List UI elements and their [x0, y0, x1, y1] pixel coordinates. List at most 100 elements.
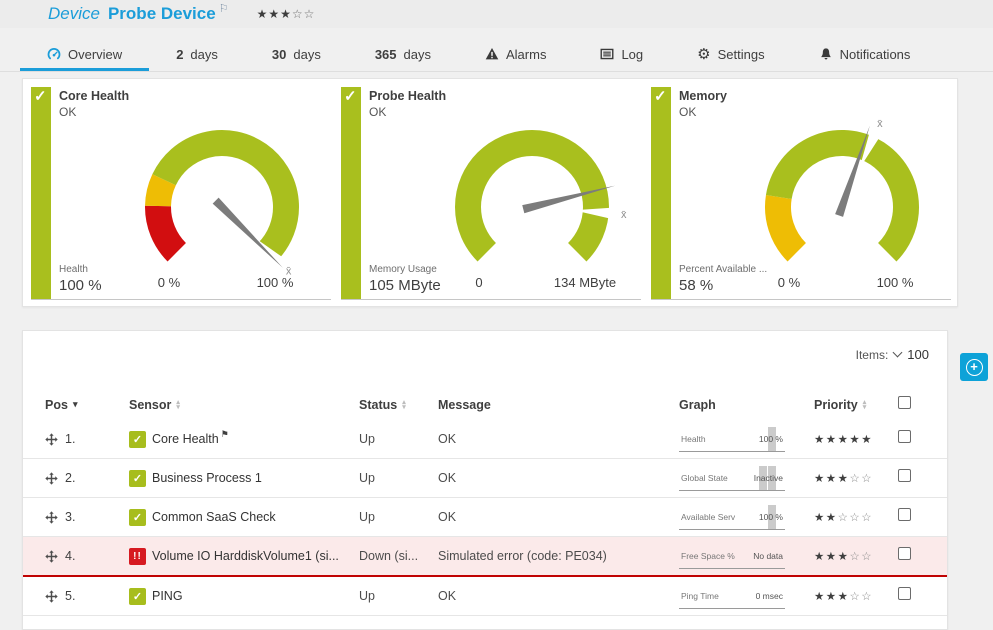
- check-icon: ✓: [129, 470, 146, 487]
- sensor-name-link[interactable]: Volume IO HarddiskVolume1 (si...: [152, 549, 339, 563]
- table-row[interactable]: 3. ✓ Common SaaS Check Up OK Available S…: [23, 498, 947, 537]
- drag-handle-icon[interactable]: [45, 511, 58, 524]
- column-header-graph: Graph: [679, 398, 814, 412]
- drag-handle-icon[interactable]: [45, 472, 58, 485]
- mini-graph[interactable]: Health 100 %: [679, 427, 785, 452]
- svg-text:100 %: 100 %: [877, 275, 914, 290]
- gauge-title: Memory: [679, 89, 727, 103]
- svg-text:134 MByte: 134 MByte: [554, 275, 616, 290]
- tab-alarms[interactable]: Alarms: [458, 40, 573, 71]
- priority-stars[interactable]: ★★☆☆☆: [814, 510, 898, 524]
- check-icon: ✓: [129, 588, 146, 605]
- check-icon: ✓: [34, 87, 47, 105]
- tab-notifications[interactable]: Notifications: [792, 40, 938, 71]
- mini-graph[interactable]: Free Space % No data: [679, 544, 785, 569]
- sensor-name-link[interactable]: Core Health: [152, 432, 219, 446]
- row-checkbox[interactable]: [898, 587, 911, 600]
- svg-text:0: 0: [475, 275, 482, 290]
- gauge-widget-core-health[interactable]: ✓ Core Health OK x̄0 %100 % Health 100 %: [31, 87, 331, 300]
- mini-graph-value: 0 msec: [756, 591, 783, 601]
- row-position: 4.: [65, 549, 75, 563]
- tab-bar: Overview 2 days 30 days 365 days Alarms …: [0, 40, 993, 72]
- gauge-widget-probe-health[interactable]: ✓ Probe Health OK x̄0134 MByte Memory Us…: [341, 87, 641, 300]
- flag-icon: ⚑: [221, 429, 229, 440]
- sensor-status-text: Up: [359, 471, 438, 485]
- device-priority-stars[interactable]: ★★★☆☆: [257, 7, 316, 21]
- table-row[interactable]: 1. ✓ Core Health ⚑ Up OK Health 100 % ★★…: [23, 420, 947, 459]
- add-button[interactable]: +: [960, 353, 988, 381]
- page-title: Probe Device: [108, 4, 216, 24]
- tab-label: Alarms: [506, 47, 546, 62]
- table-row[interactable]: 2. ✓ Business Process 1 Up OK Global Sta…: [23, 459, 947, 498]
- gauge-title: Probe Health: [369, 89, 446, 103]
- tab-days[interactable]: 2 days: [149, 40, 245, 71]
- sensor-name-link[interactable]: Business Process 1: [152, 471, 262, 485]
- tab-settings[interactable]: ⚙ Settings: [670, 40, 791, 71]
- mini-graph-value: 100 %: [759, 434, 783, 444]
- mini-graph[interactable]: Ping Time 0 msec: [679, 584, 785, 609]
- tab-number: 365: [375, 47, 397, 62]
- gauge-reading-value: 58 %: [679, 277, 767, 294]
- row-checkbox[interactable]: [898, 547, 911, 560]
- check-icon: ✓: [344, 87, 357, 105]
- page-kicker: Device: [48, 4, 100, 24]
- sensor-status-text: Up: [359, 432, 438, 446]
- sensor-message-text: OK: [438, 510, 679, 524]
- sensor-message-text: Simulated error (code: PE034): [438, 549, 679, 563]
- drag-handle-icon[interactable]: [45, 590, 58, 603]
- priority-stars[interactable]: ★★★☆☆: [814, 589, 898, 603]
- priority-stars[interactable]: ★★★☆☆: [814, 549, 898, 563]
- status-color-bar: ✓: [31, 87, 51, 299]
- row-checkbox[interactable]: [898, 430, 911, 443]
- mini-graph[interactable]: Global State Inactive: [679, 466, 785, 491]
- svg-text:0 %: 0 %: [778, 275, 801, 290]
- tab-label: Overview: [68, 47, 122, 62]
- gauge-chart: x̄0 %100 %: [97, 111, 337, 293]
- plus-icon: +: [966, 359, 983, 376]
- row-position: 3.: [65, 510, 75, 524]
- tab-label: days: [404, 47, 431, 62]
- svg-text:x̄: x̄: [877, 118, 883, 130]
- tab-number: 30: [272, 47, 286, 62]
- mini-graph-label: Available Serv: [681, 512, 735, 522]
- tab-label: days: [293, 47, 320, 62]
- tab-label: Settings: [718, 47, 765, 62]
- row-position: 2.: [65, 471, 75, 485]
- sensor-message-text: OK: [438, 589, 679, 603]
- column-header-priority[interactable]: Priority▴▾: [814, 398, 898, 412]
- priority-stars[interactable]: ★★★★★: [814, 432, 898, 446]
- select-all-checkbox[interactable]: [898, 396, 911, 409]
- device-title-bar: Device Probe Device ⚐ ★★★☆☆: [0, 0, 993, 28]
- row-checkbox[interactable]: [898, 508, 911, 521]
- gauge-chart: x̄0134 MByte: [407, 111, 647, 293]
- items-per-page-control[interactable]: Items: 100: [856, 347, 929, 362]
- sensor-status-text: Up: [359, 510, 438, 524]
- gauge-widget-memory[interactable]: ✓ Memory OK x̄0 %100 % Percent Available…: [651, 87, 951, 300]
- sensor-message-text: OK: [438, 432, 679, 446]
- column-header-status[interactable]: Status▴▾: [359, 398, 438, 412]
- drag-handle-icon[interactable]: [45, 550, 58, 563]
- tab-overview[interactable]: Overview: [20, 40, 149, 71]
- tab-days[interactable]: 30 days: [245, 40, 348, 71]
- column-header-sensor[interactable]: Sensor▴▾: [129, 398, 359, 412]
- sort-desc-icon: ▾: [73, 400, 78, 409]
- sort-icon: ▴▾: [176, 400, 180, 410]
- priority-stars[interactable]: ★★★☆☆: [814, 471, 898, 485]
- sensor-name-link[interactable]: PING: [152, 589, 183, 603]
- svg-text:0 %: 0 %: [158, 275, 181, 290]
- table-row[interactable]: 4. !! Volume IO HarddiskVolume1 (si... D…: [23, 537, 947, 577]
- mini-graph-value: No data: [753, 551, 783, 561]
- row-position: 1.: [65, 432, 75, 446]
- tab-days[interactable]: 365 days: [348, 40, 458, 71]
- sensor-name-link[interactable]: Common SaaS Check: [152, 510, 276, 524]
- gauges-panel: ✓ Core Health OK x̄0 %100 % Health 100 %…: [22, 78, 958, 307]
- log-icon: [600, 47, 614, 61]
- table-row[interactable]: 5. ✓ PING Up OK Ping Time 0 msec ★★★☆☆: [23, 577, 947, 616]
- tab-log[interactable]: Log: [573, 40, 670, 71]
- mini-graph[interactable]: Available Serv 100 %: [679, 505, 785, 530]
- drag-handle-icon[interactable]: [45, 433, 58, 446]
- row-checkbox[interactable]: [898, 469, 911, 482]
- column-header-pos[interactable]: Pos▾: [45, 398, 129, 412]
- flag-outline-icon[interactable]: ⚐: [219, 2, 229, 15]
- gear-icon: ⚙: [697, 47, 710, 62]
